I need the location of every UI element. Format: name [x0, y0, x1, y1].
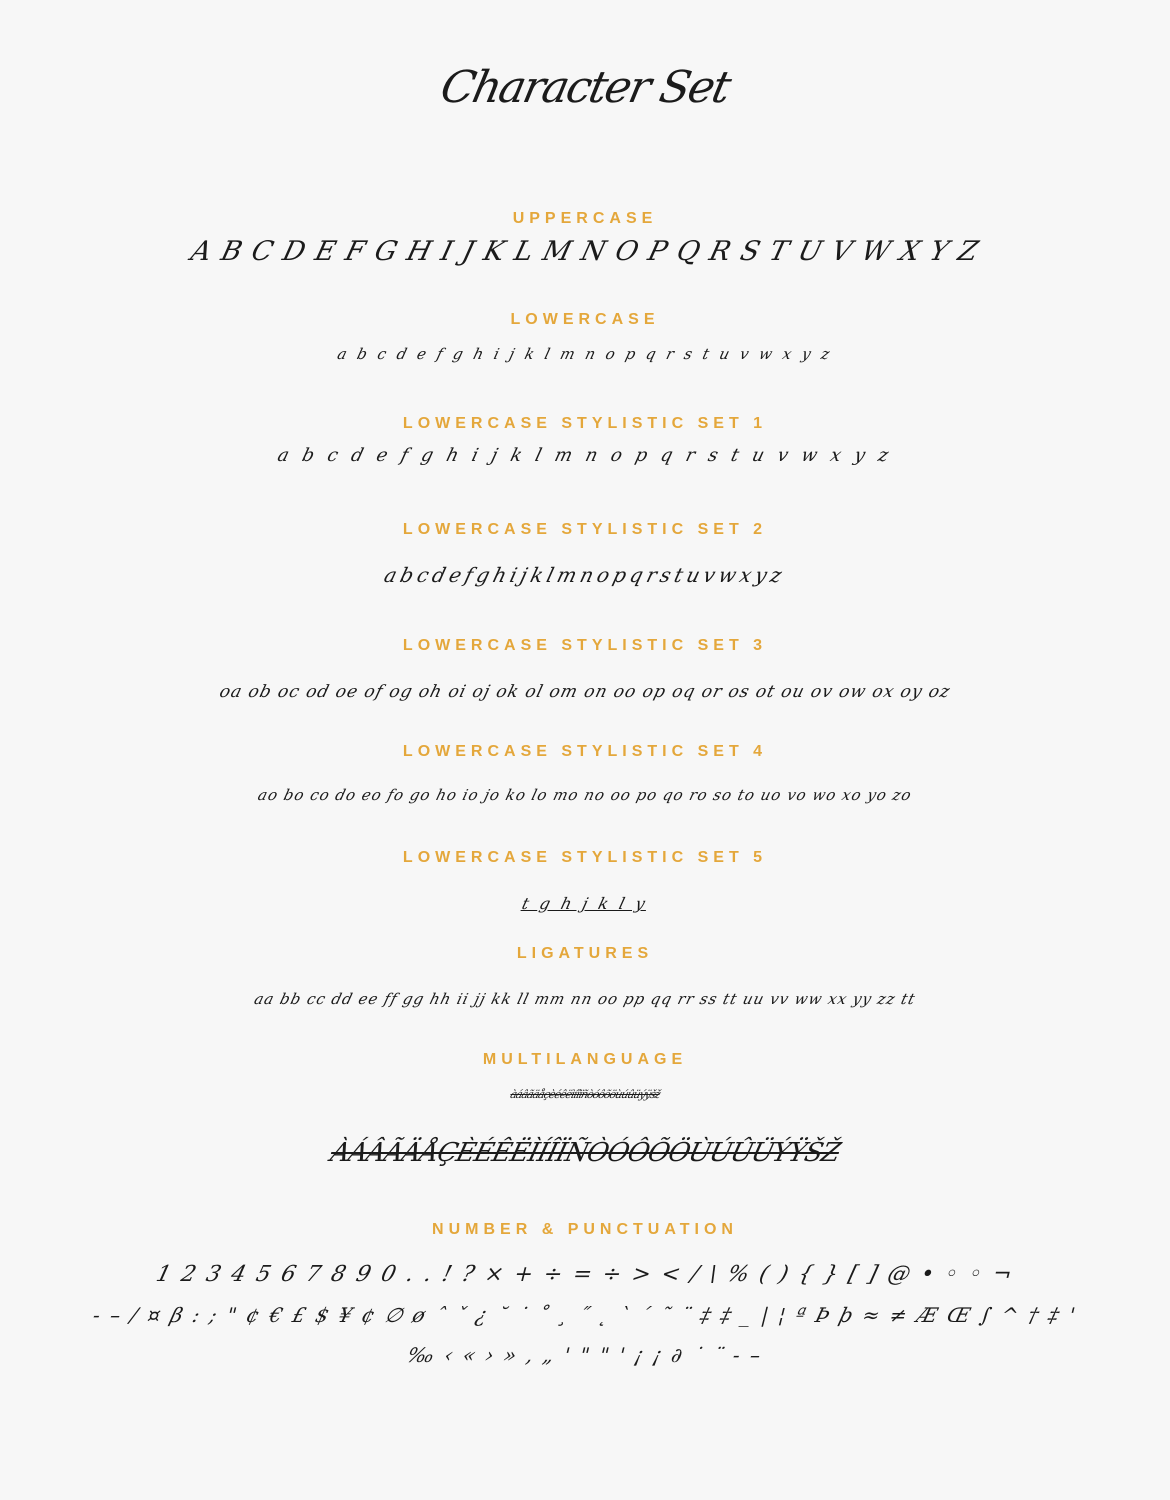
glyphs-multilanguage-uppercase: ÀÁÂÃÄÅÇÈÉÊËÌÍÎÏÑÒÓÔÕÖÙÚÛÜÝŸŠŽ — [327, 1138, 843, 1168]
heading-number-punctuation: NUMBER & PUNCTUATION — [432, 1221, 738, 1238]
heading-stylistic-set-2: LOWERCASE STYLISTIC SET 2 — [402, 521, 768, 538]
glyphs-punctuation-line-3: ‰ ‹ « › » ‚ „ ' " " ' ¡ ¡ ∂ ˙ ¨ - – — [404, 1343, 766, 1367]
heading-stylistic-set-4: LOWERCASE STYLISTIC SET 4 — [402, 743, 768, 760]
glyphs-ligatures: aa bb cc dd ee ff gg hh ii jj kk ll mm n… — [252, 990, 918, 1008]
heading-stylistic-set-3: LOWERCASE STYLISTIC SET 3 — [402, 637, 768, 654]
glyphs-stylistic-set-2: abcdefghijklmnopqrstuvwxyz — [381, 563, 789, 587]
heading-multilanguage: MULTILANGUAGE — [482, 1051, 688, 1068]
heading-stylistic-set-1: LOWERCASE STYLISTIC SET 1 — [402, 415, 768, 432]
glyphs-stylistic-set-3: oa ob oc od oe of og oh oi oj ok ol om o… — [217, 682, 953, 702]
page-title: Character Set — [436, 62, 734, 113]
glyphs-punctuation-line-2: - – / ¤ β : ; " ¢ € £ $ ¥ ¢ ∅ ø ˆ ˇ ¿ ˘ … — [90, 1303, 1080, 1327]
heading-stylistic-set-5: LOWERCASE STYLISTIC SET 5 — [402, 849, 768, 866]
heading-uppercase: UPPERCASE — [512, 210, 658, 227]
glyphs-stylistic-set-1: a b c d e f g h i j k l m n o p q r s t … — [275, 445, 895, 466]
glyphs-lowercase: a b c d e f g h i j k l m n o p q r s t … — [335, 345, 835, 363]
heading-lowercase: LOWERCASE — [510, 311, 660, 328]
glyphs-stylistic-set-5: t g h j k l y — [519, 894, 651, 913]
glyphs-numbers-line-1: 1 2 3 4 5 6 7 8 9 0 . . ! ? × + ÷ = ÷ > … — [153, 1262, 1017, 1287]
glyphs-multilanguage-lowercase: àáâãäåçèéêëìíîïñòóôõöùúûüýÿšž — [508, 1088, 662, 1101]
glyphs-uppercase: A B C D E F G H I J K L M N O P Q R S T … — [187, 236, 983, 267]
heading-ligatures: LIGATURES — [516, 945, 654, 962]
glyphs-stylistic-set-4: ao bo co do eo fo go ho io jo ko lo mo n… — [256, 786, 914, 804]
